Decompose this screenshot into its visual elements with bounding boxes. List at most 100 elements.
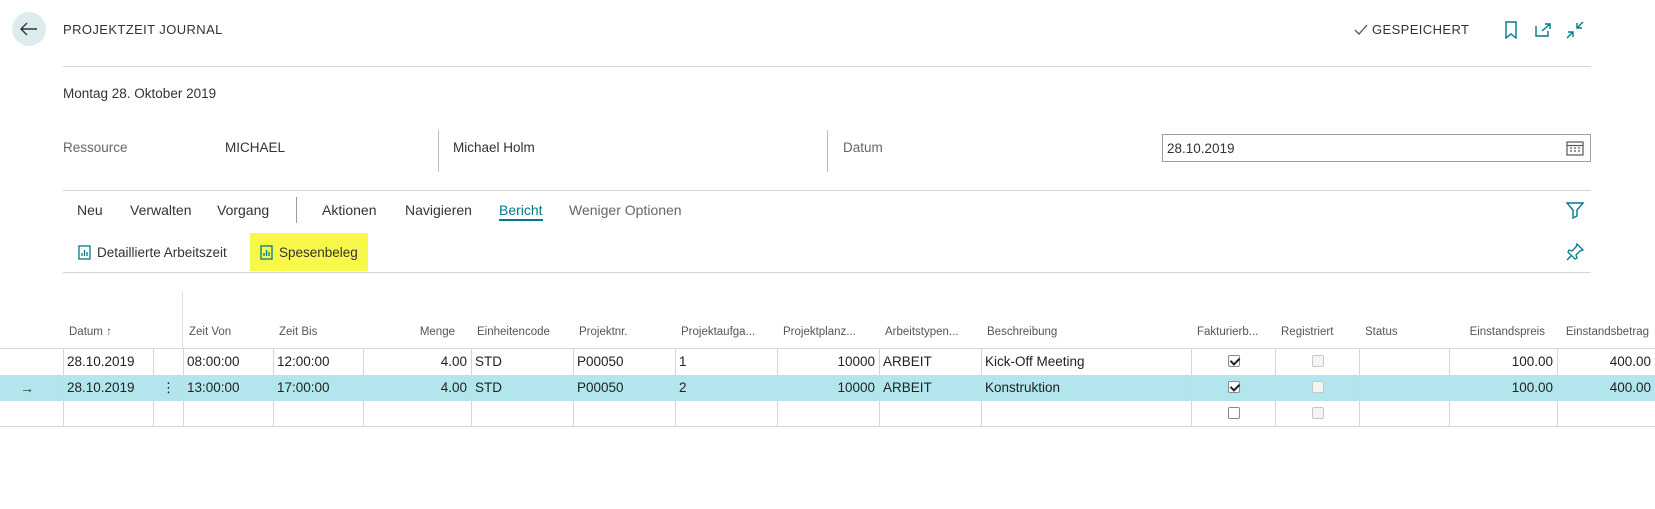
cell-zeit-von[interactable]: 13:00:00 [183, 375, 273, 401]
cell-status[interactable] [1359, 349, 1449, 375]
menu-navigieren[interactable]: Navigieren [405, 202, 472, 218]
bookmark-icon[interactable] [1501, 20, 1521, 40]
action-label: Spesenbeleg [279, 244, 358, 260]
spesenbeleg-button[interactable]: Spesenbeleg [250, 233, 368, 271]
collapse-icon[interactable] [1565, 20, 1585, 40]
cell-einstandspreis[interactable]: 100.00 [1449, 375, 1557, 401]
header-divider [63, 66, 1591, 67]
saved-label: GESPEICHERT [1372, 22, 1470, 37]
cell-datum[interactable]: 28.10.2019 [63, 349, 153, 375]
cell-einstandsbetrag[interactable] [1557, 401, 1655, 427]
table-row[interactable]: → 28.10.2019 ⋮ 13:00:00 17:00:00 4.00 STD P0005… [0, 375, 1655, 401]
table-row[interactable] [0, 401, 1655, 427]
report-icon [78, 244, 91, 260]
cell-zeit-von[interactable]: 08:00:00 [183, 349, 273, 375]
col-einstandspreis[interactable]: Einstandspreis [1451, 326, 1545, 338]
cell-menge[interactable] [363, 401, 471, 427]
cell-datum[interactable]: 28.10.2019 [63, 375, 153, 401]
cell-status[interactable] [1359, 401, 1449, 427]
menu-aktionen[interactable]: Aktionen [322, 202, 376, 218]
cell-projektaufgabe[interactable]: 1 [675, 349, 777, 375]
cell-arbeitstyp[interactable]: ARBEIT [879, 349, 981, 375]
cell-beschreibung[interactable] [981, 401, 1191, 427]
pin-icon[interactable] [1565, 242, 1585, 262]
checkbox[interactable] [1227, 381, 1240, 394]
col-zeit-von[interactable]: Zeit Von [189, 326, 273, 338]
open-new-window-icon[interactable] [1533, 20, 1553, 40]
cell-projektplanzeile[interactable]: 10000 [777, 349, 879, 375]
date-field[interactable] [1162, 134, 1591, 162]
cell-registriert [1275, 375, 1359, 401]
cell-einstandsbetrag[interactable]: 400.00 [1557, 375, 1655, 401]
col-einstandsbetrag[interactable]: Einstandsbetrag [1553, 326, 1649, 338]
menu-vorgang[interactable]: Vorgang [217, 202, 269, 218]
menu-weniger-optionen[interactable]: Weniger Optionen [569, 202, 682, 218]
cell-menge[interactable]: 4.00 [363, 375, 471, 401]
grid-line [0, 426, 1655, 427]
cell-einstandsbetrag[interactable]: 400.00 [1557, 349, 1655, 375]
cell-arbeitstyp[interactable] [879, 401, 981, 427]
field-divider [438, 130, 439, 172]
cell-projektnr[interactable]: P00050 [573, 349, 675, 375]
col-projektnr[interactable]: Projektnr. [579, 326, 675, 338]
col-zeit-bis[interactable]: Zeit Bis [279, 326, 363, 338]
resource-label: Ressource [63, 140, 128, 155]
col-fakturierbar[interactable]: Fakturierb... [1197, 326, 1277, 338]
cell-zeit-von[interactable] [183, 401, 273, 427]
checkbox [1311, 381, 1324, 394]
cell-einheitencode[interactable]: STD [471, 349, 573, 375]
table-row[interactable]: 28.10.2019 08:00:00 12:00:00 4.00 STD P00050 1… [0, 349, 1655, 375]
cell-zeit-bis[interactable] [273, 401, 363, 427]
cell-beschreibung[interactable]: Kick-Off Meeting [981, 349, 1191, 375]
cell-projektaufgabe[interactable]: 2 [675, 375, 777, 401]
col-status[interactable]: Status [1365, 326, 1445, 338]
cell-menge[interactable]: 4.00 [363, 349, 471, 375]
actions-divider [63, 272, 1591, 273]
cell-projektplanzeile[interactable] [777, 401, 879, 427]
cell-projektnr[interactable]: P00050 [573, 375, 675, 401]
cell-projektaufgabe[interactable] [675, 401, 777, 427]
back-arrow-icon [20, 22, 37, 36]
detaillierte-arbeitszeit-button[interactable]: Detaillierte Arbeitszeit [68, 233, 237, 271]
cell-datum[interactable] [63, 401, 153, 427]
cell-einstandspreis[interactable] [1449, 401, 1557, 427]
resource-name: Michael Holm [453, 140, 535, 155]
calendar-icon[interactable] [1566, 140, 1584, 156]
cell-arbeitstyp[interactable]: ARBEIT [879, 375, 981, 401]
row-menu[interactable]: ⋮ [153, 375, 183, 401]
fields-divider [63, 190, 1591, 191]
col-projektplanzeile[interactable]: Projektplanz... [783, 326, 879, 338]
cell-beschreibung[interactable]: Konstruktion [981, 375, 1191, 401]
cell-einheitencode[interactable] [471, 401, 573, 427]
resource-code[interactable]: MICHAEL [225, 140, 285, 155]
cell-einstandspreis[interactable]: 100.00 [1449, 349, 1557, 375]
checkbox[interactable] [1227, 355, 1240, 368]
cell-projektplanzeile[interactable]: 10000 [777, 375, 879, 401]
more-options-icon[interactable]: ⋮ [162, 380, 176, 395]
col-projektaufgabe[interactable]: Projektaufga... [681, 326, 777, 338]
back-button[interactable] [12, 12, 46, 46]
field-divider [827, 130, 828, 172]
cell-zeit-bis[interactable]: 12:00:00 [273, 349, 363, 375]
row-menu[interactable] [153, 401, 183, 427]
col-beschreibung[interactable]: Beschreibung [987, 326, 1187, 338]
col-menge[interactable]: Menge [366, 326, 455, 338]
filter-icon[interactable] [1565, 200, 1585, 220]
col-einheitencode[interactable]: Einheitencode [477, 326, 573, 338]
cell-zeit-bis[interactable]: 17:00:00 [273, 375, 363, 401]
menu-bericht[interactable]: Bericht [499, 202, 543, 221]
col-arbeitstyp[interactable]: Arbeitstypen... [885, 326, 981, 338]
menu-neu[interactable]: Neu [77, 202, 103, 218]
cell-einheitencode[interactable]: STD [471, 375, 573, 401]
cell-status[interactable] [1359, 375, 1449, 401]
col-datum[interactable]: Datum ↑ [69, 326, 155, 338]
cell-registriert [1275, 349, 1359, 375]
col-registriert[interactable]: Registriert [1281, 326, 1361, 338]
row-menu[interactable] [153, 349, 183, 375]
date-caption: Montag 28. Oktober 2019 [63, 86, 217, 101]
check-icon [1354, 24, 1368, 35]
cell-projektnr[interactable] [573, 401, 675, 427]
checkbox[interactable] [1227, 407, 1240, 420]
saved-status: GESPEICHERT [1354, 22, 1469, 37]
menu-verwalten[interactable]: Verwalten [130, 202, 191, 218]
